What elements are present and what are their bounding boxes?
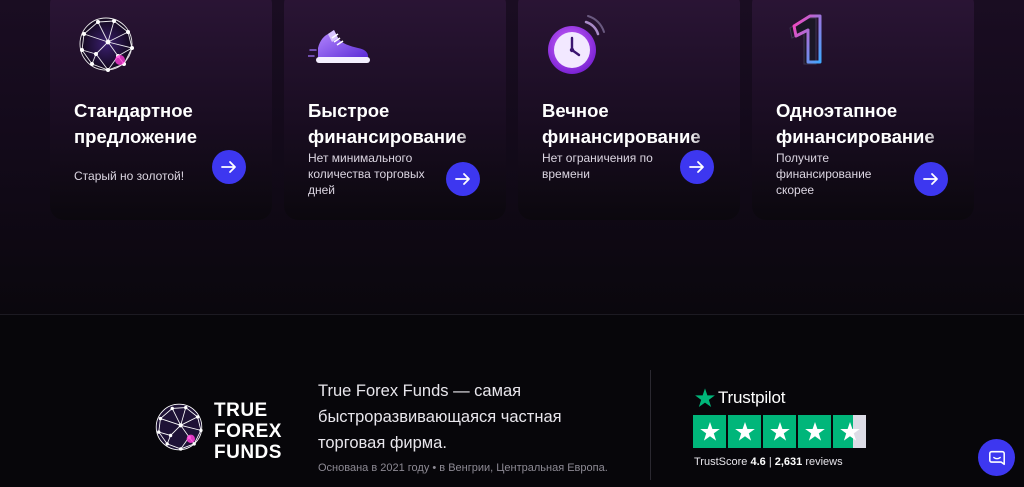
card-description: Получите финансирование скорее — [776, 151, 872, 197]
trustpilot-label: Trustpilot — [718, 388, 786, 407]
trustscore-text[interactable]: TrustScore 4.6 | 2,631 reviews — [694, 456, 843, 468]
arrow-right-icon — [221, 161, 236, 173]
founded-info: Основана в 2021 году • в Венгрии, Центра… — [318, 462, 608, 474]
globe-network-icon — [152, 400, 206, 454]
arrow-right-icon — [455, 173, 470, 185]
rating-star — [798, 415, 831, 448]
star-icon — [804, 421, 825, 441]
trustscore-value: 4.6 — [750, 456, 766, 468]
number-one-icon — [776, 12, 840, 76]
trustpilot-rating-stars[interactable] — [693, 415, 866, 448]
star-icon — [769, 421, 790, 441]
logo-line: TRUE — [214, 400, 268, 421]
card-arrow-button[interactable] — [914, 162, 948, 196]
trustscore-separator: | — [768, 456, 772, 468]
rating-star — [728, 415, 761, 448]
reviews-label: reviews — [805, 456, 843, 468]
chat-bubble-icon — [988, 450, 1005, 465]
star-icon — [699, 421, 720, 441]
card-standard-offer[interactable]: Стандартное предложение Старый но золото… — [50, 0, 272, 220]
vertical-divider — [650, 370, 651, 480]
card-one-step-funding[interactable]: Одноэтапное финансирование Получите фина… — [752, 0, 974, 220]
star-icon — [839, 421, 860, 441]
card-title: Одноэтапное финансирование — [776, 100, 935, 147]
products-section: Стандартное предложение Старый но золото… — [0, 0, 1024, 315]
card-arrow-button[interactable] — [680, 150, 714, 184]
trustpilot-brand[interactable]: Trustpilot — [694, 386, 785, 410]
arrow-right-icon — [689, 161, 704, 173]
card-title: Вечное финансирование — [542, 100, 701, 147]
arrow-right-icon — [923, 173, 938, 185]
stopwatch-icon — [542, 12, 606, 76]
trustpilot-star-icon — [695, 388, 715, 407]
card-fast-funding[interactable]: Быстрое финансирование Нет минимального … — [284, 0, 506, 220]
chat-button[interactable] — [978, 439, 1015, 476]
globe-network-icon — [74, 12, 138, 76]
rating-star — [763, 415, 796, 448]
sneaker-icon — [307, 12, 372, 76]
logo-line: FUNDS — [214, 442, 282, 463]
logo-line: FOREX — [214, 421, 282, 442]
rating-star — [693, 415, 726, 448]
card-unlimited-funding[interactable]: Вечное финансирование Нет ограничения по… — [518, 0, 740, 220]
card-description: Нет ограничения по времени — [542, 151, 653, 181]
review-count: 2,631 — [774, 456, 803, 468]
star-icon — [734, 421, 755, 441]
brand-logo[interactable]: TRUE FOREX FUNDS — [152, 400, 297, 463]
rating-star — [833, 415, 866, 448]
logo-wordmark: TRUE FOREX FUNDS — [214, 400, 294, 463]
company-tagline: True Forex Funds — самая быстроразвивающ… — [318, 382, 562, 452]
card-description: Нет минимального количества торговых дне… — [308, 151, 425, 197]
card-arrow-button[interactable] — [446, 162, 480, 196]
card-description: Старый но золотой! — [74, 169, 185, 183]
trustscore-label: TrustScore — [694, 456, 748, 468]
section-divider — [0, 314, 1024, 315]
card-arrow-button[interactable] — [212, 150, 246, 184]
card-title: Быстрое финансирование — [308, 100, 467, 147]
card-title: Стандартное предложение — [74, 100, 198, 147]
